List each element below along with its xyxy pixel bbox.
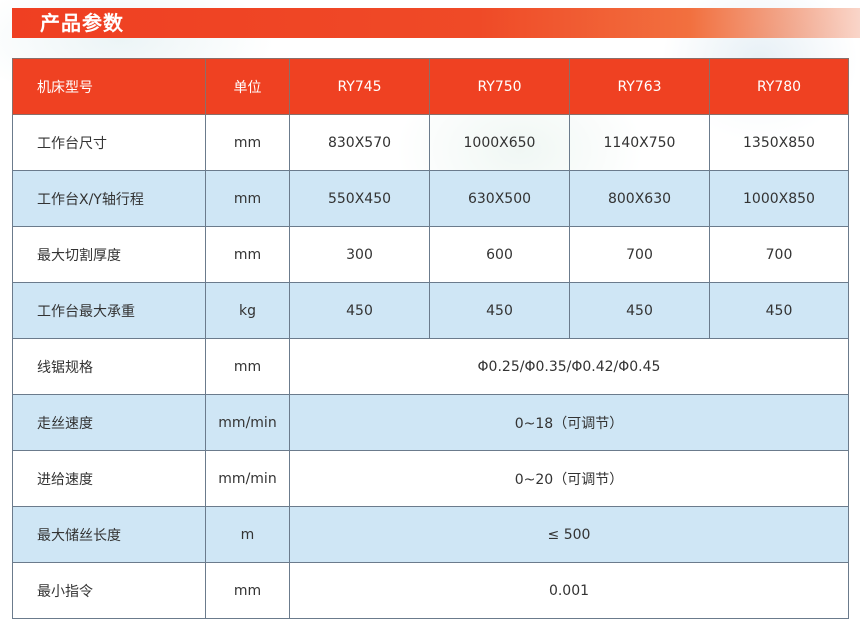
row-value: 450 (709, 282, 849, 339)
row-unit: mm (205, 226, 290, 283)
row-value: 630X500 (429, 170, 570, 227)
row-unit: kg (205, 282, 290, 339)
row-value: 700 (569, 226, 710, 283)
row-value: 300 (289, 226, 430, 283)
row-value: 450 (429, 282, 570, 339)
row-value: 1140X750 (569, 114, 710, 171)
table-row: 工作台最大承重 kg 450 450 450 450 (12, 282, 849, 339)
table-row: 工作台X/Y轴行程 mm 550X450 630X500 800X630 100… (12, 170, 849, 227)
row-value: 600 (429, 226, 570, 283)
table-row: 线锯规格 mm Φ0.25/Φ0.35/Φ0.42/Φ0.45 (12, 338, 849, 395)
row-merged-value: 0~18（可调节） (289, 394, 849, 451)
row-unit: m (205, 506, 290, 563)
row-merged-value: ≤ 500 (289, 506, 849, 563)
row-label: 进给速度 (12, 450, 206, 507)
header-unit: 单位 (205, 58, 290, 115)
row-value: 1000X850 (709, 170, 849, 227)
row-unit: mm/min (205, 450, 290, 507)
row-unit: mm (205, 338, 290, 395)
section-title-bar: 产品参数 (12, 8, 860, 38)
row-value: 830X570 (289, 114, 430, 171)
row-value: 450 (289, 282, 430, 339)
row-label: 工作台最大承重 (12, 282, 206, 339)
row-label: 最大储丝长度 (12, 506, 206, 563)
row-merged-value: 0.001 (289, 562, 849, 619)
row-unit: mm (205, 562, 290, 619)
section-title: 产品参数 (40, 11, 124, 35)
row-merged-value: 0~20（可调节） (289, 450, 849, 507)
row-value: 700 (709, 226, 849, 283)
header-ry780: RY780 (709, 58, 849, 115)
row-unit: mm (205, 114, 290, 171)
table-row: 进给速度 mm/min 0~20（可调节） (12, 450, 849, 507)
row-merged-value: Φ0.25/Φ0.35/Φ0.42/Φ0.45 (289, 338, 849, 395)
header-ry763: RY763 (569, 58, 710, 115)
product-spec-table: 机床型号 单位 RY745 RY750 RY763 RY780 工作台尺寸 mm… (12, 58, 849, 619)
table-header-row: 机床型号 单位 RY745 RY750 RY763 RY780 (12, 58, 849, 115)
table-row: 工作台尺寸 mm 830X570 1000X650 1140X750 1350X… (12, 114, 849, 171)
row-label: 线锯规格 (12, 338, 206, 395)
row-value: 800X630 (569, 170, 710, 227)
row-value: 1350X850 (709, 114, 849, 171)
header-ry750: RY750 (429, 58, 570, 115)
row-unit: mm/min (205, 394, 290, 451)
header-ry745: RY745 (289, 58, 430, 115)
row-label: 最小指令 (12, 562, 206, 619)
row-unit: mm (205, 170, 290, 227)
header-model: 机床型号 (12, 58, 206, 115)
row-label: 工作台X/Y轴行程 (12, 170, 206, 227)
row-value: 550X450 (289, 170, 430, 227)
table-row: 最大储丝长度 m ≤ 500 (12, 506, 849, 563)
row-label: 工作台尺寸 (12, 114, 206, 171)
table-row: 最大切割厚度 mm 300 600 700 700 (12, 226, 849, 283)
row-label: 走丝速度 (12, 394, 206, 451)
row-label: 最大切割厚度 (12, 226, 206, 283)
table-row: 走丝速度 mm/min 0~18（可调节） (12, 394, 849, 451)
row-value: 450 (569, 282, 710, 339)
table-row: 最小指令 mm 0.001 (12, 562, 849, 619)
row-value: 1000X650 (429, 114, 570, 171)
